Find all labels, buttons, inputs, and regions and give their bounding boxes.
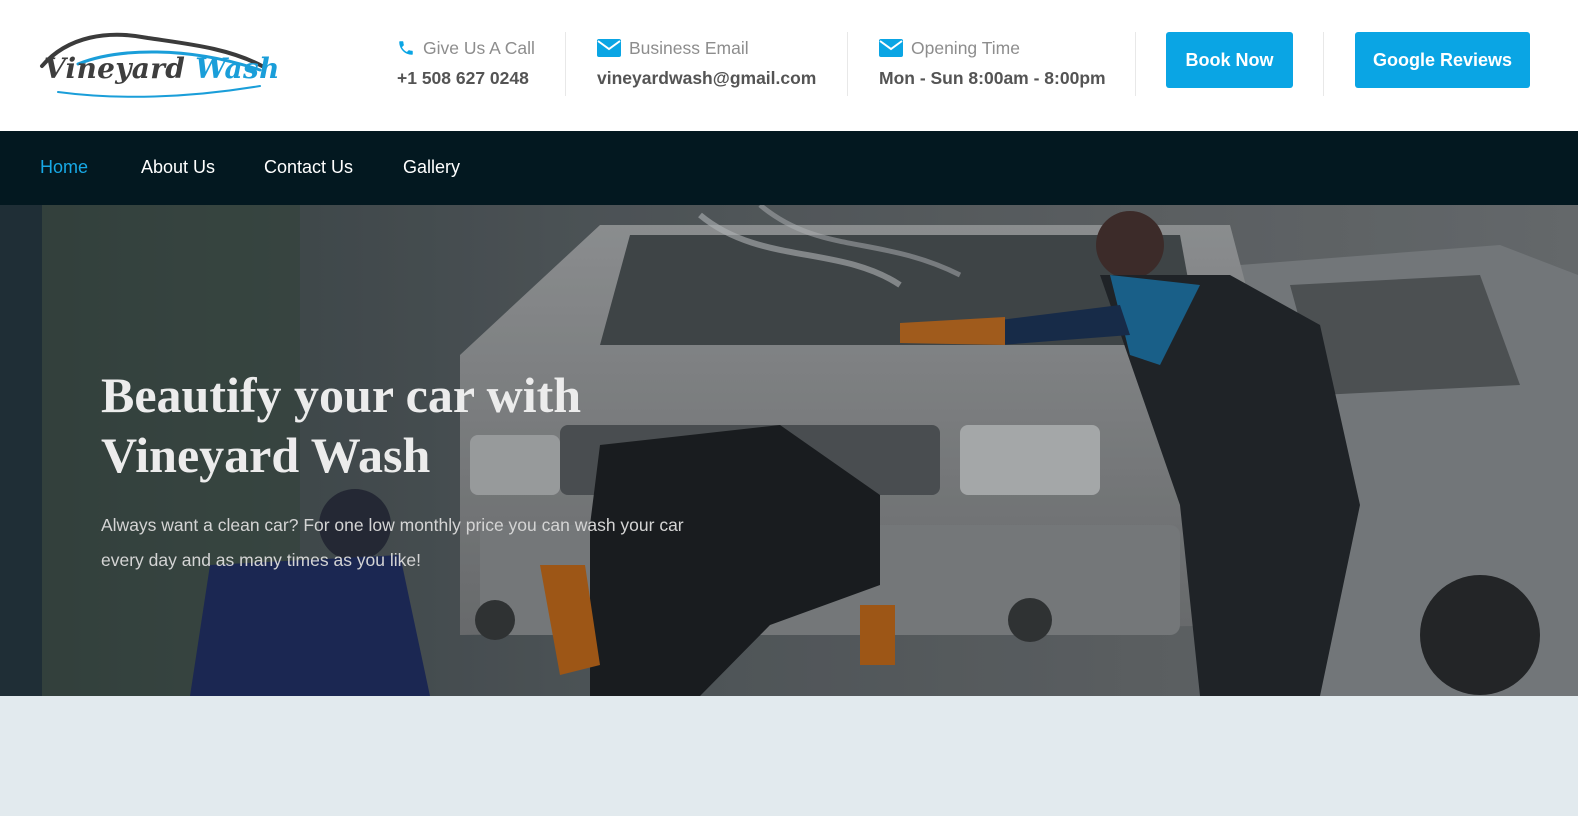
nav-item-gallery[interactable]: Gallery [403,157,460,178]
divider [1135,32,1136,96]
content-area [0,696,1578,816]
main-navigation: Home About Us Contact Us Gallery [0,131,1578,205]
nav-item-contact-us[interactable]: Contact Us [264,157,353,178]
call-label: Give Us A Call [423,37,535,58]
hero-subtitle: Always want a clean car? For one low mon… [101,515,684,570]
email-address[interactable]: vineyardwash@gmail.com [597,68,816,89]
nav-item-about-us[interactable]: About Us [141,157,215,178]
book-now-button[interactable]: Book Now [1166,32,1293,88]
logo-text: Vineyard Wash [44,52,280,85]
divider [1323,32,1324,96]
logo-word-vineyard: Vineyard [44,52,186,85]
hero-title: Beautify your car with Vineyard Wash [101,367,582,483]
nav-item-home[interactable]: Home [40,157,88,178]
envelope-icon [879,39,903,57]
hours-value: Mon - Sun 8:00am - 8:00pm [879,68,1106,88]
logo-word-wash: Wash [195,52,280,85]
divider [565,32,566,96]
divider [847,32,848,96]
opening-hours: Opening Time Mon - Sun 8:00am - 8:00pm [879,36,1106,89]
hero-banner: Beautify your car with Vineyard Wash Alw… [0,205,1578,696]
phone-icon [399,41,413,55]
hours-label: Opening Time [911,37,1020,58]
email-label: Business Email [629,37,749,58]
contact-email: Business Email vineyardwash@gmail.com [597,36,816,89]
top-header: Vineyard Wash Give Us A Call +1 508 627 … [0,0,1578,131]
contact-call: Give Us A Call +1 508 627 0248 [397,36,535,89]
phone-number[interactable]: +1 508 627 0248 [397,68,535,89]
site-logo[interactable]: Vineyard Wash [38,26,279,100]
google-reviews-button[interactable]: Google Reviews [1355,32,1530,88]
envelope-icon [597,39,621,57]
